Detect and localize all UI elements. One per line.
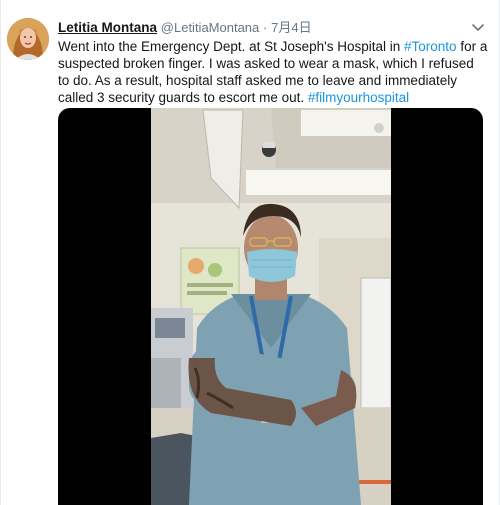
tweet-header: Letitia Montana @LetitiaMontana · 7月4日 xyxy=(58,19,489,36)
tweet-card[interactable]: Letitia Montana @LetitiaMontana · 7月4日 W… xyxy=(0,0,500,505)
tweet-text: Went into the Emergency Dept. at St Jose… xyxy=(58,38,488,106)
video-scene xyxy=(151,108,391,505)
tweet-video[interactable] xyxy=(58,108,483,505)
header-separator: · xyxy=(263,20,268,35)
avatar-image xyxy=(7,18,49,60)
chevron-down-icon[interactable] xyxy=(471,20,485,31)
author-handle[interactable]: @LetitiaMontana xyxy=(161,20,259,35)
video-frame xyxy=(151,108,391,505)
tweet-text-part: Went into the Emergency Dept. at St Jose… xyxy=(58,39,405,54)
author-avatar[interactable] xyxy=(7,18,49,60)
hashtag-link-filmyourhospital[interactable]: #filmyourhospital xyxy=(308,90,409,105)
author-name[interactable]: Letitia Montana xyxy=(58,20,157,35)
hashtag-link-toronto[interactable]: #Toronto xyxy=(404,39,457,54)
tweet-timestamp[interactable]: 7月4日 xyxy=(271,20,311,35)
